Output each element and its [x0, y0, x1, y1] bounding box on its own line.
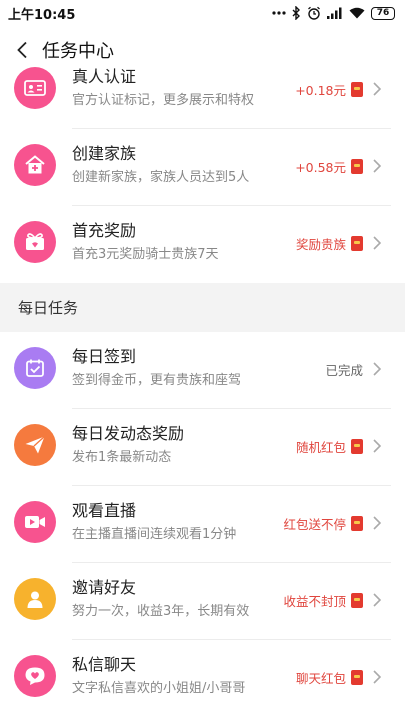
task-row-post[interactable]: 每日发动态奖励 发布1条最新动态 随机红包 [0, 409, 405, 486]
reward-text: 随机红包 [295, 439, 346, 455]
user-icon [14, 578, 56, 620]
task-title: 私信聊天 [72, 655, 137, 674]
chevron-right-icon [371, 78, 383, 100]
task-title: 真人认证 [72, 67, 137, 86]
task-reward: 红包送不停 [283, 512, 383, 534]
chevron-right-icon [371, 666, 383, 688]
chevron-right-icon [371, 155, 383, 177]
task-list: 真人认证 官方认证标记，更多展示和特权 +0.18元 创建家族 创建新家族，家族… [0, 52, 405, 717]
task-row-watch-live[interactable]: 观看直播 在主播直播间连续观看1分钟 红包送不停 [0, 486, 405, 563]
chevron-right-icon [371, 512, 383, 534]
reward-text: +0.18元 [295, 82, 346, 98]
task-desc: 努力一次，收益3年，长期有效 [72, 604, 250, 619]
chat-heart-icon [14, 655, 56, 697]
task-title: 每日发动态奖励 [72, 424, 185, 443]
id-card-icon [14, 67, 56, 109]
task-desc: 首充3元奖励骑士贵族7天 [72, 247, 219, 262]
calendar-check-icon [14, 347, 56, 389]
task-reward: 随机红包 [296, 435, 383, 457]
reward-text: 奖励贵族 [295, 236, 346, 252]
task-title: 邀请好友 [72, 578, 137, 597]
reward-text: +0.58元 [295, 159, 346, 175]
section-header-daily: 每日任务 [0, 283, 405, 332]
status-icons: 76 [272, 6, 395, 20]
chevron-right-icon [371, 435, 383, 457]
reward-text: 收益不封顶 [283, 593, 346, 609]
chevron-right-icon [371, 589, 383, 611]
task-title: 创建家族 [72, 144, 137, 163]
task-reward: +0.18元 [295, 78, 383, 100]
task-title: 首充奖励 [72, 221, 137, 240]
status-bar: 上午10:45 76 [0, 0, 405, 26]
task-reward: +0.58元 [295, 155, 383, 177]
task-desc: 官方认证标记，更多展示和特权 [72, 93, 255, 108]
gift-icon [14, 221, 56, 263]
task-row-checkin[interactable]: 每日签到 签到得金币，更有贵族和座驾 已完成 [0, 332, 405, 409]
red-packet-icon [351, 235, 363, 251]
status-time: 上午10:45 [8, 7, 76, 23]
wifi-icon [349, 7, 365, 19]
task-desc: 在主播直播间连续观看1分钟 [72, 527, 237, 542]
chevron-right-icon [371, 358, 383, 380]
task-row-verify[interactable]: 真人认证 官方认证标记，更多展示和特权 +0.18元 [0, 52, 405, 129]
reward-text: 红包送不停 [283, 516, 346, 532]
task-desc: 文字私信喜欢的小姐姐/小哥哥 [72, 681, 246, 696]
task-desc: 发布1条最新动态 [72, 450, 172, 465]
task-desc: 签到得金币，更有贵族和座驾 [72, 373, 242, 388]
red-packet-icon [351, 438, 363, 454]
task-reward: 聊天红包 [296, 666, 383, 688]
task-row-chat[interactable]: 私信聊天 文字私信喜欢的小姐姐/小哥哥 聊天红包 [0, 640, 405, 717]
task-title: 观看直播 [72, 501, 137, 520]
house-icon [14, 144, 56, 186]
red-packet-icon [351, 669, 363, 685]
task-row-invite[interactable]: 邀请好友 努力一次，收益3年，长期有效 收益不封顶 [0, 563, 405, 640]
more-dots-icon [272, 10, 286, 16]
signal-icon [327, 7, 343, 19]
video-icon [14, 501, 56, 543]
reward-text: 聊天红包 [295, 670, 346, 686]
reward-text: 已完成 [325, 362, 363, 378]
red-packet-icon [351, 81, 363, 97]
alarm-icon [307, 6, 321, 20]
red-packet-icon [351, 158, 363, 174]
task-reward: 收益不封顶 [283, 589, 383, 611]
red-packet-icon [351, 592, 363, 608]
chevron-right-icon [371, 232, 383, 254]
bluetooth-icon [292, 6, 301, 20]
task-reward: 已完成 [325, 358, 383, 380]
task-reward: 奖励贵族 [296, 232, 383, 254]
task-desc: 创建新家族，家族人员达到5人 [72, 170, 250, 185]
battery-icon: 76 [371, 6, 395, 20]
paper-plane-icon [14, 424, 56, 466]
task-row-create-family[interactable]: 创建家族 创建新家族，家族人员达到5人 +0.58元 [0, 129, 405, 206]
task-title: 每日签到 [72, 347, 137, 366]
red-packet-icon [351, 515, 363, 531]
task-row-first-recharge[interactable]: 首充奖励 首充3元奖励骑士贵族7天 奖励贵族 [0, 206, 405, 283]
